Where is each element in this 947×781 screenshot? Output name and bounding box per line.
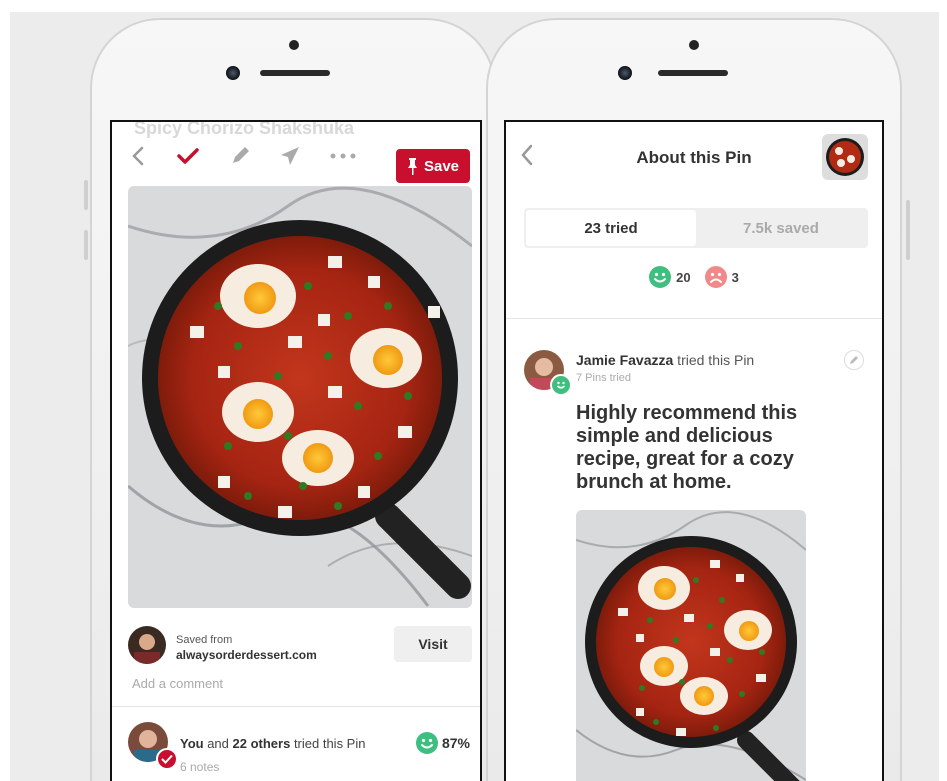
save-button[interactable]: Save — [396, 149, 470, 183]
edit-icon[interactable] — [844, 350, 864, 370]
rating-summary: 20 3 — [506, 266, 882, 288]
happy-badge — [550, 374, 572, 396]
reviewer-name[interactable]: Jamie Favazza tried this Pin — [576, 352, 754, 368]
source-domain-link[interactable]: alwaysorderdessert.com — [176, 648, 317, 662]
front-camera — [618, 66, 632, 80]
more-icon[interactable] — [328, 144, 358, 168]
tab-tried[interactable]: 23 tried — [526, 210, 696, 246]
proximity-sensor — [289, 40, 299, 50]
positive-percent: 87% — [415, 732, 470, 754]
review-photo[interactable] — [576, 510, 806, 781]
section-divider — [506, 318, 882, 319]
happy-face-icon — [415, 732, 438, 754]
reviewer-pins-tried: 7 Pins tried — [576, 372, 632, 384]
checkmark-icon[interactable] — [176, 144, 200, 168]
proximity-sensor — [689, 40, 699, 50]
pin-image[interactable] — [128, 186, 472, 608]
saved-from-label: Saved from — [176, 634, 233, 646]
save-button-label: Save — [423, 157, 460, 175]
pushpin-icon — [407, 157, 417, 175]
review-text: Highly recommend this simple and delicio… — [576, 402, 798, 493]
sad-face-icon — [704, 266, 727, 288]
send-icon[interactable] — [278, 144, 302, 168]
earpiece-speaker — [658, 70, 728, 76]
happy-face-icon — [556, 381, 566, 389]
sad-rating[interactable]: 3 — [704, 266, 739, 288]
power-button — [906, 200, 910, 260]
earpiece-speaker — [260, 70, 330, 76]
volume-button — [84, 180, 88, 210]
tried-check-badge — [156, 748, 178, 770]
notes-count[interactable]: 6 notes — [180, 760, 219, 774]
happy-rating[interactable]: 20 — [649, 266, 691, 288]
pin-source-row: Saved from alwaysorderdessert.com Visit — [128, 626, 472, 670]
happy-face-icon — [649, 266, 672, 288]
pin-toolbar: Save — [112, 132, 480, 183]
volume-button — [84, 230, 88, 260]
pencil-icon[interactable] — [228, 144, 252, 168]
pin-detail-screen: Spicy Chorizo Shakshuka Save Saved from … — [110, 120, 482, 781]
about-pin-screen: About this Pin 23 tried 7.5k saved 20 3 … — [504, 120, 884, 781]
visit-button[interactable]: Visit — [394, 626, 472, 662]
saver-avatar[interactable] — [128, 626, 166, 664]
tried-summary[interactable]: You and 22 others tried this Pin — [180, 736, 365, 751]
front-camera — [226, 66, 240, 80]
back-chevron-icon[interactable] — [126, 144, 150, 168]
tried-saved-tabs: 23 tried 7.5k saved — [524, 208, 868, 248]
add-comment-input[interactable]: Add a comment — [132, 676, 223, 691]
tab-saved[interactable]: 7.5k saved — [696, 210, 866, 246]
checkmark-icon — [161, 754, 173, 764]
section-divider — [112, 706, 480, 707]
pin-thumbnail[interactable] — [822, 134, 868, 180]
